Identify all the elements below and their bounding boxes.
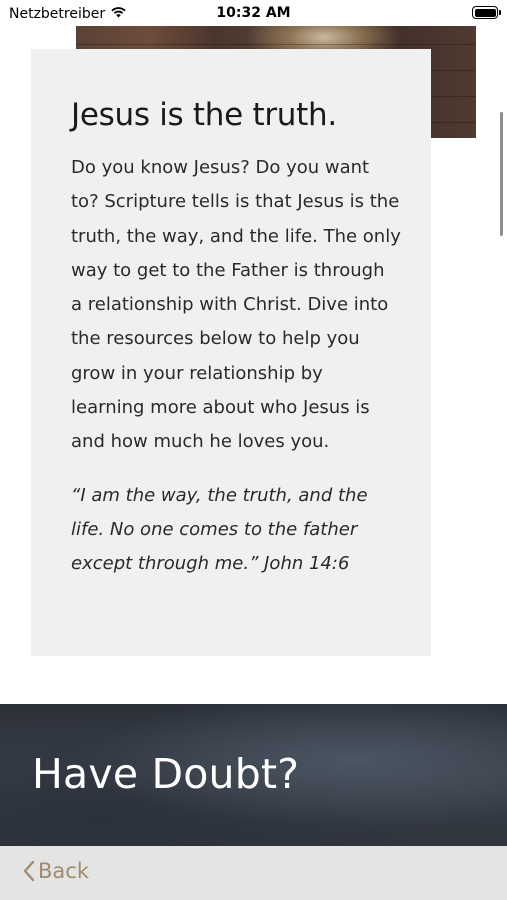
back-label: Back [38,859,89,883]
chevron-left-icon [22,860,35,882]
scripture-quote: “I am the way, the truth, and the life. … [71,484,368,575]
back-button[interactable]: Back [22,859,89,883]
content-card: Jesus is the truth. Do you know Jesus? D… [31,49,431,656]
screen: Netzbetreiber 10:32 AM Jesus is the trut… [0,0,507,900]
card-title: Jesus is the truth. [71,97,337,133]
battery-icon [472,6,501,19]
scroll-indicator[interactable] [500,112,503,236]
status-time: 10:32 AM [216,5,291,21]
status-bar: Netzbetreiber 10:32 AM [0,0,507,26]
have-doubt-title: Have Doubt? [32,750,300,798]
have-doubt-banner[interactable]: Have Doubt? [0,704,507,846]
bottom-toolbar: Back [0,846,507,900]
battery-level [474,8,496,17]
card-body-text: Do you know Jesus? Do you want to? Scrip… [71,157,401,453]
